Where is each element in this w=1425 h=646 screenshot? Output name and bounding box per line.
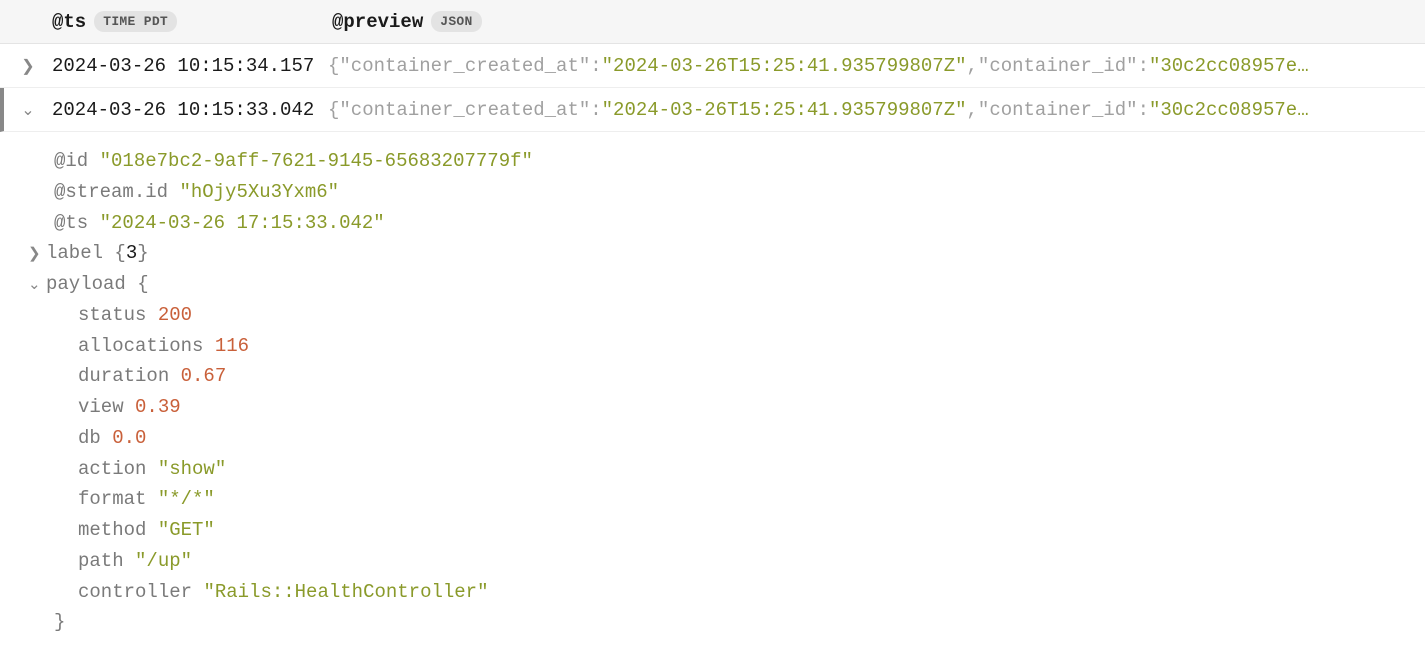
preview-column-label: @preview	[332, 11, 423, 33]
payload-node[interactable]: ⌄payload {	[54, 269, 1425, 300]
payload-duration[interactable]: duration 0.67	[54, 361, 1425, 392]
collapse-caret-icon[interactable]: ⌄	[18, 100, 38, 120]
column-header-row: @ts TIME PDT @preview JSON	[0, 0, 1425, 44]
payload-close: }	[54, 607, 1425, 638]
expanded-detail: @id "018e7bc2-9aff-7621-9145-65683207779…	[0, 132, 1425, 646]
expand-caret-icon[interactable]: ❯	[18, 56, 38, 76]
ts-cell: 2024-03-26 10:15:34.157	[38, 55, 328, 77]
detail-stream-id[interactable]: @stream.id "hOjy5Xu3Yxm6"	[54, 177, 1425, 208]
payload-controller[interactable]: controller "Rails::HealthController"	[54, 577, 1425, 608]
payload-action[interactable]: action "show"	[54, 454, 1425, 485]
preview-cell: {"container_created_at":"2024-03-26T15:2…	[328, 99, 1425, 121]
collapse-caret-icon[interactable]: ⌄	[28, 274, 46, 298]
payload-method[interactable]: method "GET"	[54, 515, 1425, 546]
detail-id[interactable]: @id "018e7bc2-9aff-7621-9145-65683207779…	[54, 146, 1425, 177]
preview-type-badge: JSON	[431, 11, 481, 32]
column-header-preview[interactable]: @preview JSON	[332, 11, 482, 33]
expand-caret-icon[interactable]: ❯	[28, 243, 46, 267]
ts-column-label: @ts	[52, 11, 86, 33]
payload-path[interactable]: path "/up"	[54, 546, 1425, 577]
payload-allocations[interactable]: allocations 116	[54, 331, 1425, 362]
log-row[interactable]: ⌄ 2024-03-26 10:15:33.042 {"container_cr…	[0, 88, 1425, 132]
log-row[interactable]: ❯ 2024-03-26 10:15:34.157 {"container_cr…	[0, 44, 1425, 88]
label-node[interactable]: ❯label {3}	[54, 238, 1425, 269]
detail-ts[interactable]: @ts "2024-03-26 17:15:33.042"	[54, 208, 1425, 239]
ts-type-badge: TIME PDT	[94, 11, 177, 32]
preview-cell: {"container_created_at":"2024-03-26T15:2…	[328, 55, 1425, 77]
payload-db[interactable]: db 0.0	[54, 423, 1425, 454]
payload-status[interactable]: status 200	[54, 300, 1425, 331]
payload-view[interactable]: view 0.39	[54, 392, 1425, 423]
column-header-ts[interactable]: @ts TIME PDT	[52, 11, 332, 33]
ts-cell: 2024-03-26 10:15:33.042	[38, 99, 328, 121]
payload-format[interactable]: format "*/*"	[54, 484, 1425, 515]
